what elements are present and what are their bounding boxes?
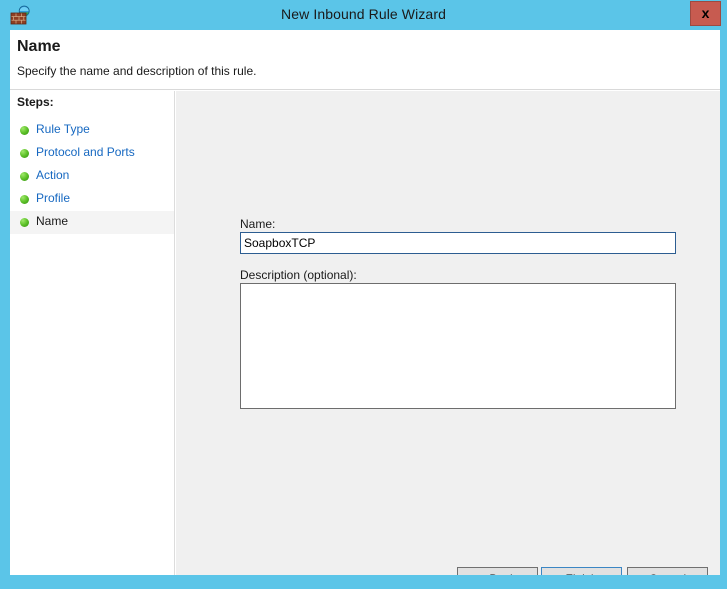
page-subtitle: Specify the name and description of this…: [17, 64, 257, 78]
sidebar-item-label: Profile: [36, 191, 71, 205]
dialog-client-area: Name Specify the name and description of…: [10, 30, 720, 575]
name-input[interactable]: [240, 232, 676, 254]
desktop-strip: [0, 585, 727, 589]
sidebar-item-name[interactable]: Name: [10, 211, 174, 234]
bullet-icon: [20, 195, 29, 204]
sidebar-item-profile[interactable]: Profile: [10, 188, 174, 211]
bullet-icon: [20, 126, 29, 135]
description-field-label: Description (optional):: [240, 268, 357, 282]
sidebar-item-action[interactable]: Action: [10, 165, 174, 188]
bullet-icon: [20, 172, 29, 181]
bullet-icon: [20, 218, 29, 227]
page-title: Name: [17, 38, 61, 55]
window-title: New Inbound Rule Wizard: [281, 6, 446, 22]
steps-sidebar: Steps: Rule Type Protocol and Ports Acti…: [10, 91, 175, 575]
cancel-button[interactable]: Cancel: [627, 567, 708, 575]
name-field-label: Name:: [240, 217, 276, 231]
finish-button[interactable]: Finish: [541, 567, 622, 575]
sidebar-item-label: Action: [36, 168, 70, 182]
title-bar[interactable]: New Inbound Rule Wizard x: [0, 0, 727, 30]
sidebar-item-label: Protocol and Ports: [36, 145, 135, 159]
sidebar-item-rule-type[interactable]: Rule Type: [10, 119, 174, 142]
bullet-icon: [20, 149, 29, 158]
sidebar-item-protocol-and-ports[interactable]: Protocol and Ports: [10, 142, 174, 165]
description-input[interactable]: [240, 283, 676, 409]
steps-heading: Steps:: [17, 95, 54, 109]
sidebar-item-label: Name: [36, 214, 69, 228]
close-icon[interactable]: x: [690, 1, 721, 26]
sidebar-item-label: Rule Type: [36, 122, 90, 136]
back-button[interactable]: < Back: [457, 567, 538, 575]
wizard-header: Name Specify the name and description of…: [10, 30, 720, 90]
main-pane: Name: Description (optional): < Back Fin…: [176, 91, 720, 575]
wizard-window: New Inbound Rule Wizard x Name Specify t…: [0, 0, 727, 585]
